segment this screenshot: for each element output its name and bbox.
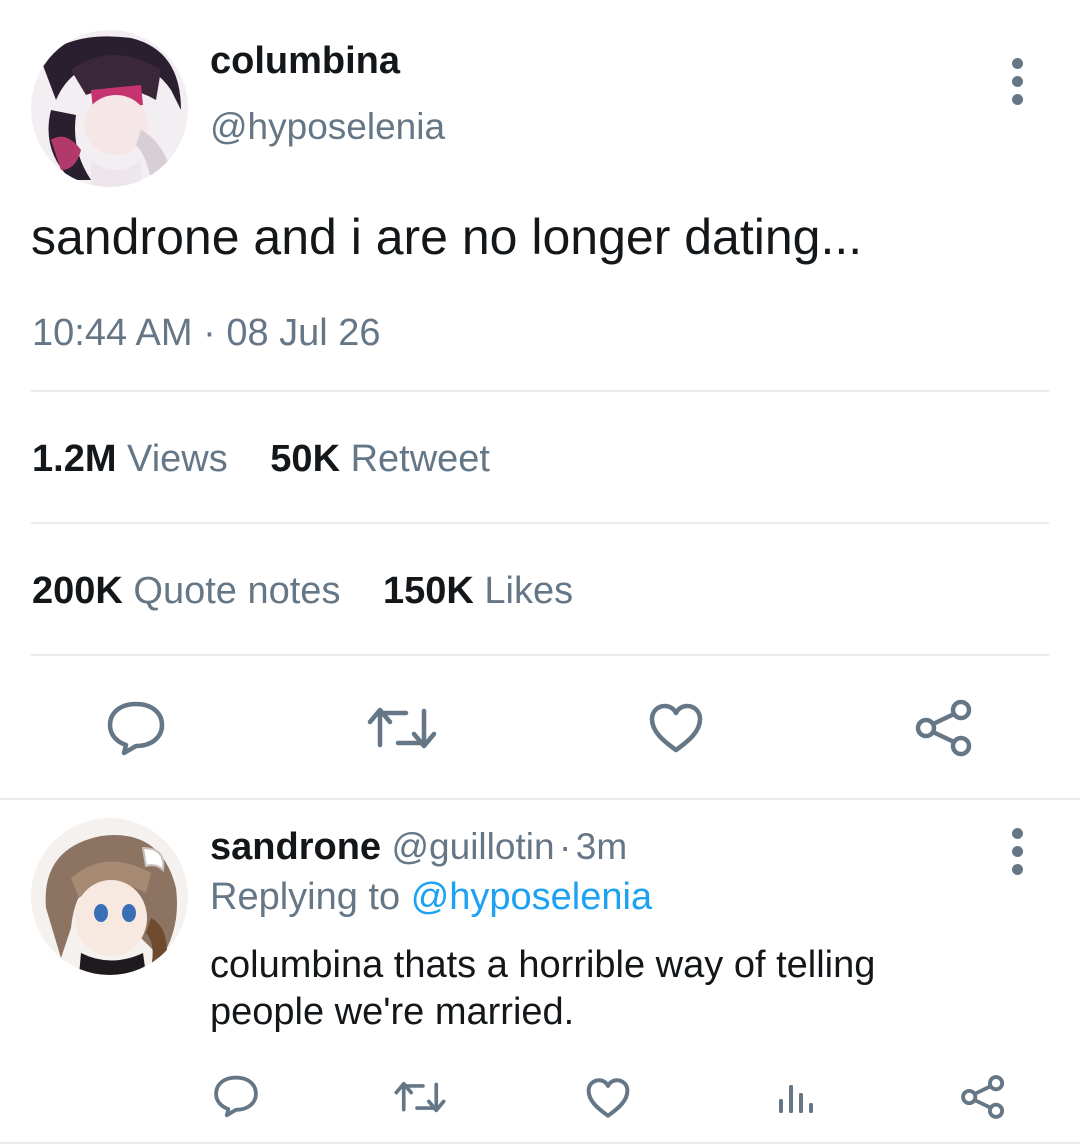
replying-to: Replying to @hyposelenia xyxy=(210,876,652,919)
tweet-text: sandrone and i are no longer dating... xyxy=(31,209,863,265)
reply-text-line: columbina thats a horrible way of tellin… xyxy=(210,944,876,986)
reply-text: columbina thats a horrible way of tellin… xyxy=(210,942,875,1036)
share-icon[interactable] xyxy=(960,1074,1006,1120)
stats-row-2: 200K Quote notes 150K Likes xyxy=(32,570,573,613)
tweet-timestamp: 10:44 AM · 08 Jul 26 xyxy=(32,312,381,355)
more-vertical-icon[interactable] xyxy=(1011,58,1023,105)
retweet-stat[interactable]: 50K Retweet xyxy=(270,438,490,480)
divider xyxy=(31,390,1049,392)
share-icon[interactable] xyxy=(914,698,974,758)
stats-row-1: 1.2M Views 50K Retweet xyxy=(32,438,490,481)
bottom-divider xyxy=(0,1142,1080,1144)
retweet-icon[interactable] xyxy=(366,705,438,751)
tweet-date: 08 Jul 26 xyxy=(226,312,381,354)
replying-handle-link[interactable]: @hyposelenia xyxy=(411,876,652,918)
reply-text-line: people we're married. xyxy=(210,991,575,1033)
reply-header: sandrone @guillotin · 3m xyxy=(210,826,627,869)
divider xyxy=(31,654,1049,656)
tweet-separator: · xyxy=(203,312,216,354)
sandrone-avatar[interactable] xyxy=(31,818,188,975)
tweet-author-name[interactable]: columbina xyxy=(210,40,400,83)
reply-icon[interactable] xyxy=(213,1074,259,1118)
analytics-icon[interactable] xyxy=(776,1077,816,1115)
likes-stat[interactable]: 150K Likes xyxy=(383,570,573,612)
columbina-avatar[interactable] xyxy=(31,30,188,187)
replying-prefix: Replying to xyxy=(210,876,401,918)
retweet-icon[interactable] xyxy=(393,1080,447,1114)
tweet-author-handle[interactable]: @hyposelenia xyxy=(210,106,445,148)
tweet-time: 10:44 AM xyxy=(32,312,193,354)
reply-separator: · xyxy=(558,826,572,867)
more-vertical-icon[interactable] xyxy=(1011,828,1023,875)
divider xyxy=(31,522,1049,524)
reply-icon[interactable] xyxy=(106,700,166,756)
like-icon[interactable] xyxy=(585,1077,631,1119)
reply-time: 3m xyxy=(575,826,628,867)
quote-notes-stat[interactable]: 200K Quote notes xyxy=(32,570,340,612)
reply-author-handle[interactable]: @guillotin xyxy=(392,826,555,867)
views-stat[interactable]: 1.2M Views xyxy=(32,438,228,480)
section-divider xyxy=(0,798,1080,800)
reply-author-name[interactable]: sandrone xyxy=(210,826,381,868)
like-icon[interactable] xyxy=(648,702,704,754)
